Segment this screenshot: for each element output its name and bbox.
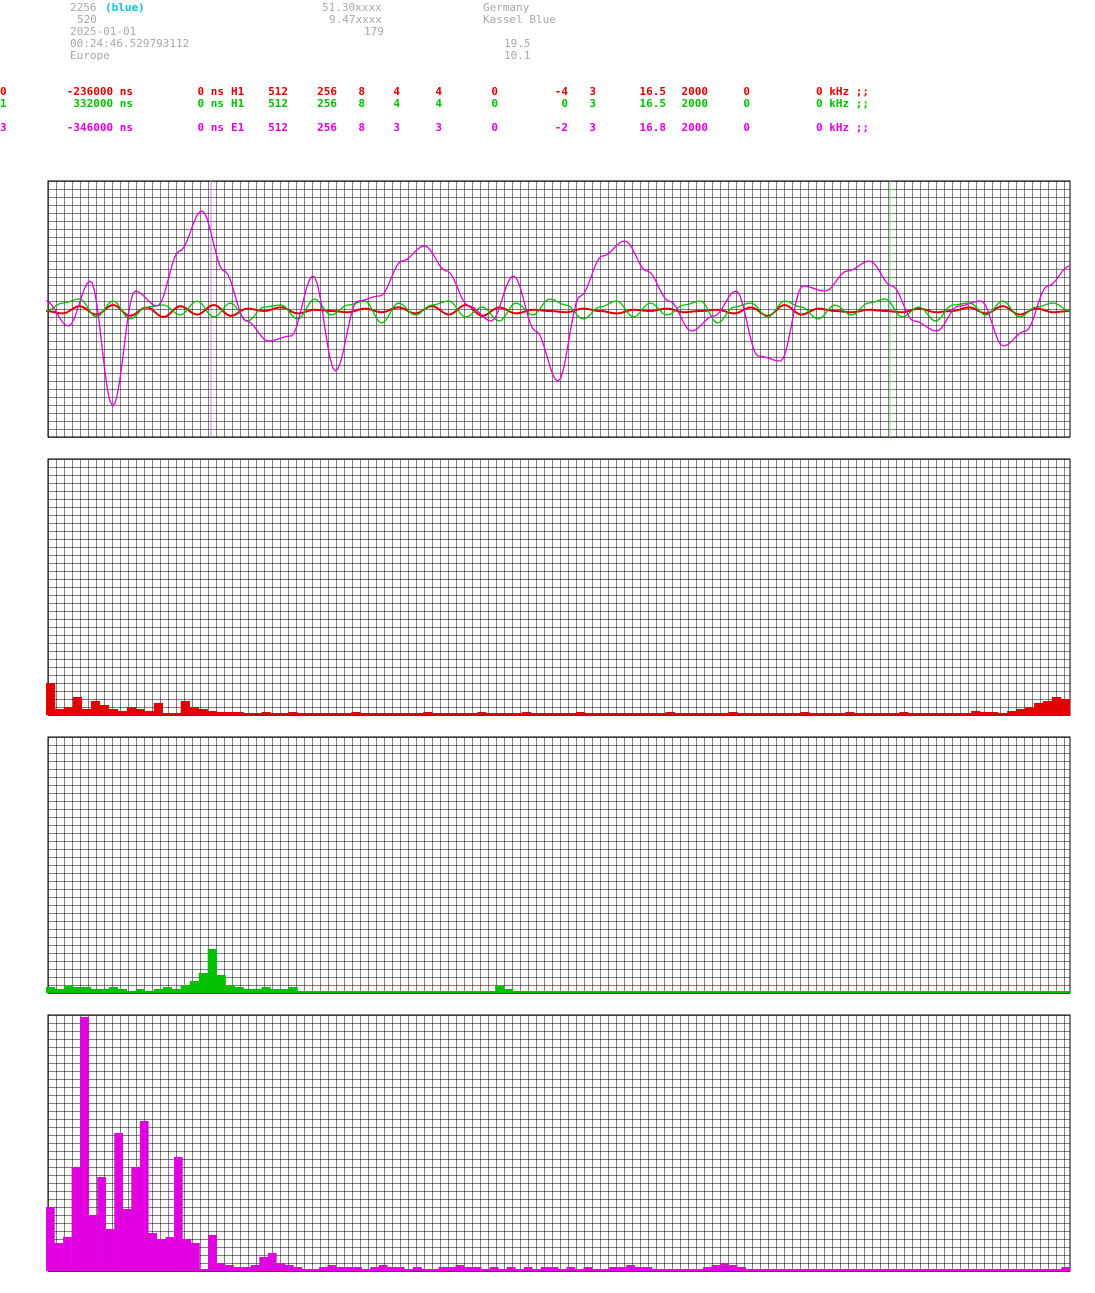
waveform-panel [45, 180, 1071, 1272]
spectrum-channel-0-bar [180, 701, 190, 715]
waveform-channel-0 [45, 303, 1071, 319]
spectrum-channel-3-bar [54, 1243, 64, 1271]
spectrum-channel-1-bar [216, 975, 226, 993]
spectrum-channel-3-bar [105, 1229, 115, 1271]
spectrum-channel-0-bar [46, 683, 56, 715]
spectrum-channel-3-bar [122, 1209, 132, 1271]
spectrum-channel-3-bar [208, 1235, 217, 1271]
spectrum-channel-0-grid [47, 458, 1071, 716]
spectrum-channel-0-bar [1061, 699, 1071, 715]
spectrum-channel-3-bar [63, 1237, 72, 1271]
spectrum-channel-3-bar [139, 1121, 149, 1271]
spectrum-channel-3-bar [156, 1239, 166, 1271]
spectrum-channel-3-bar [88, 1215, 98, 1271]
spectrum-channel-1-bar [207, 949, 217, 993]
spectrum-channel-3-bar [174, 1157, 183, 1271]
spectrum-channel-3-bar [97, 1177, 106, 1271]
spectrum-channel-3-bar [148, 1233, 158, 1271]
spectrum-channel-3-bar [46, 1207, 55, 1271]
spectrum-channel-3-bar [165, 1237, 175, 1271]
spectrum-channel-0-bar [90, 701, 101, 715]
spectrum-channel-1-grid [47, 736, 1071, 994]
spectrum-channel-3-bar [131, 1167, 141, 1271]
spectrum-channel-3-bar [191, 1243, 200, 1271]
spectrum-channel-3-bar [114, 1133, 123, 1271]
spectrum-channel-0-bar [1043, 701, 1053, 715]
spectrum-channel-0-bar [1052, 697, 1062, 715]
spectrum-channel-3-bar [182, 1239, 192, 1271]
spectrum-channel-1-bar [198, 973, 208, 993]
spectrum-channel-3-bar [267, 1253, 277, 1271]
spectrum-channel-3-bar [259, 1257, 269, 1271]
spectrum-channel-3-bar [80, 1017, 89, 1271]
spectrum-channel-0-bar [72, 697, 83, 715]
spectrum-channel-3-grid [47, 1014, 1071, 1272]
spectrum-channel-3-bar [71, 1167, 81, 1271]
